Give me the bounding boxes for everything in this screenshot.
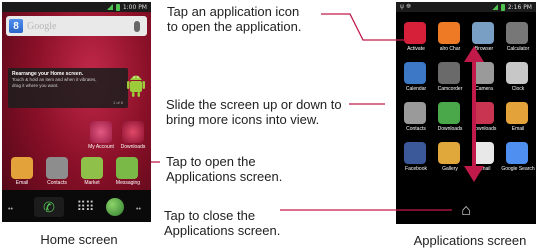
- signal-icon: [106, 4, 113, 10]
- app-icon[interactable]: [438, 62, 460, 84]
- status-bar: ψ ☸ 2:16 PM: [396, 2, 536, 12]
- app-icon[interactable]: [506, 102, 528, 124]
- app-label: Contacts: [406, 126, 426, 132]
- app-icon[interactable]: [438, 22, 460, 44]
- battery-icon: [115, 3, 120, 11]
- app-icon[interactable]: [506, 142, 528, 164]
- tip-card: Rearrange your Home screen. Touch & hold…: [8, 68, 128, 108]
- email-icon[interactable]: [11, 157, 33, 179]
- caption-tap-app-icon: Tap an application icon to open the appl…: [167, 4, 302, 34]
- home-icon[interactable]: ⌂: [456, 202, 476, 220]
- app-icon[interactable]: [438, 142, 460, 164]
- app-icon[interactable]: [506, 22, 528, 44]
- app-label: Gmail: [477, 166, 491, 172]
- app-label: Browser: [474, 46, 494, 52]
- app-icon[interactable]: [438, 102, 460, 124]
- contacts-icon[interactable]: [46, 157, 68, 179]
- app-label: Contacts: [47, 180, 67, 186]
- status-time: 2:16 PM: [507, 3, 532, 11]
- microphone-icon[interactable]: [134, 20, 140, 32]
- android-mascot-icon: [127, 75, 145, 97]
- google-search-bar[interactable]: 8 Google: [6, 16, 147, 36]
- tip-page-indicator: 1 of 6: [112, 100, 123, 105]
- page-right-indicator: ••: [136, 206, 141, 213]
- app-label: alro Char: [439, 46, 461, 52]
- messaging-icon[interactable]: [116, 157, 138, 179]
- status-time: 1:00 PM: [122, 3, 147, 11]
- app-label: Downloads: [471, 126, 497, 132]
- notification-icons: ψ ☸: [400, 3, 412, 10]
- downloads-icon[interactable]: [122, 121, 144, 143]
- app-label: Camcorder: [437, 86, 463, 92]
- app-label: Email: [511, 126, 525, 132]
- status-bar: 1:00 PM: [2, 2, 151, 12]
- google-g-icon: 8: [9, 19, 23, 33]
- app-label: Clock: [511, 86, 525, 92]
- tip-body: Touch & hold an item and when it vibrate…: [12, 77, 97, 88]
- applications-screen-phone: ψ ☸ 2:16 PM Activate alro Char Browser Calc…: [396, 2, 536, 224]
- market-icon[interactable]: [81, 157, 103, 179]
- app-icon[interactable]: [472, 142, 494, 164]
- home-dock: •• ✆ ⠿⠿ ••: [2, 190, 151, 222]
- caption-tap-close: Tap to close the Applications screen.: [164, 208, 281, 238]
- my-account-icon[interactable]: [90, 121, 112, 143]
- caption-slide-screen: Slide the screen up or down to bring mor…: [166, 97, 342, 127]
- app-label: Email: [15, 180, 29, 186]
- app-label: Google Search: [501, 166, 535, 172]
- signal-icon: [491, 4, 498, 10]
- app-icon[interactable]: [404, 62, 426, 84]
- app-label: Market: [84, 180, 100, 186]
- battery-icon: [500, 3, 505, 11]
- home-screen-label: Home screen: [40, 232, 118, 247]
- google-search-text: Google: [27, 20, 57, 32]
- browser-globe-button[interactable]: [106, 198, 124, 216]
- applications-grid-button[interactable]: ⠿⠿: [71, 197, 99, 217]
- app-label: My Account: [88, 144, 114, 150]
- app-label: Activate: [407, 46, 425, 52]
- phone-dialer-button[interactable]: ✆: [34, 197, 64, 217]
- app-icon[interactable]: [404, 22, 426, 44]
- app-icon[interactable]: [506, 62, 528, 84]
- app-label: Facebook: [405, 166, 427, 172]
- app-icon[interactable]: [472, 102, 494, 124]
- page-left-indicator: ••: [8, 206, 13, 213]
- app-label: Messaging: [115, 180, 141, 186]
- app-icon[interactable]: [404, 102, 426, 124]
- app-label: Camera: [475, 86, 493, 92]
- app-label: Calendar: [405, 86, 427, 92]
- app-icon[interactable]: [472, 62, 494, 84]
- app-label: Downloads: [120, 144, 146, 150]
- app-label: Calculator: [506, 46, 530, 52]
- home-screen-phone: 1:00 PM 8 Google Rearrange your Home scr…: [2, 2, 151, 222]
- caption-tap-open: Tap to open the Applications screen.: [166, 154, 283, 184]
- applications-screen-label: Applications screen: [413, 233, 527, 248]
- app-label: Downloads: [437, 126, 463, 132]
- app-icon[interactable]: [404, 142, 426, 164]
- app-label: Gallery: [442, 166, 458, 172]
- app-icon[interactable]: [472, 22, 494, 44]
